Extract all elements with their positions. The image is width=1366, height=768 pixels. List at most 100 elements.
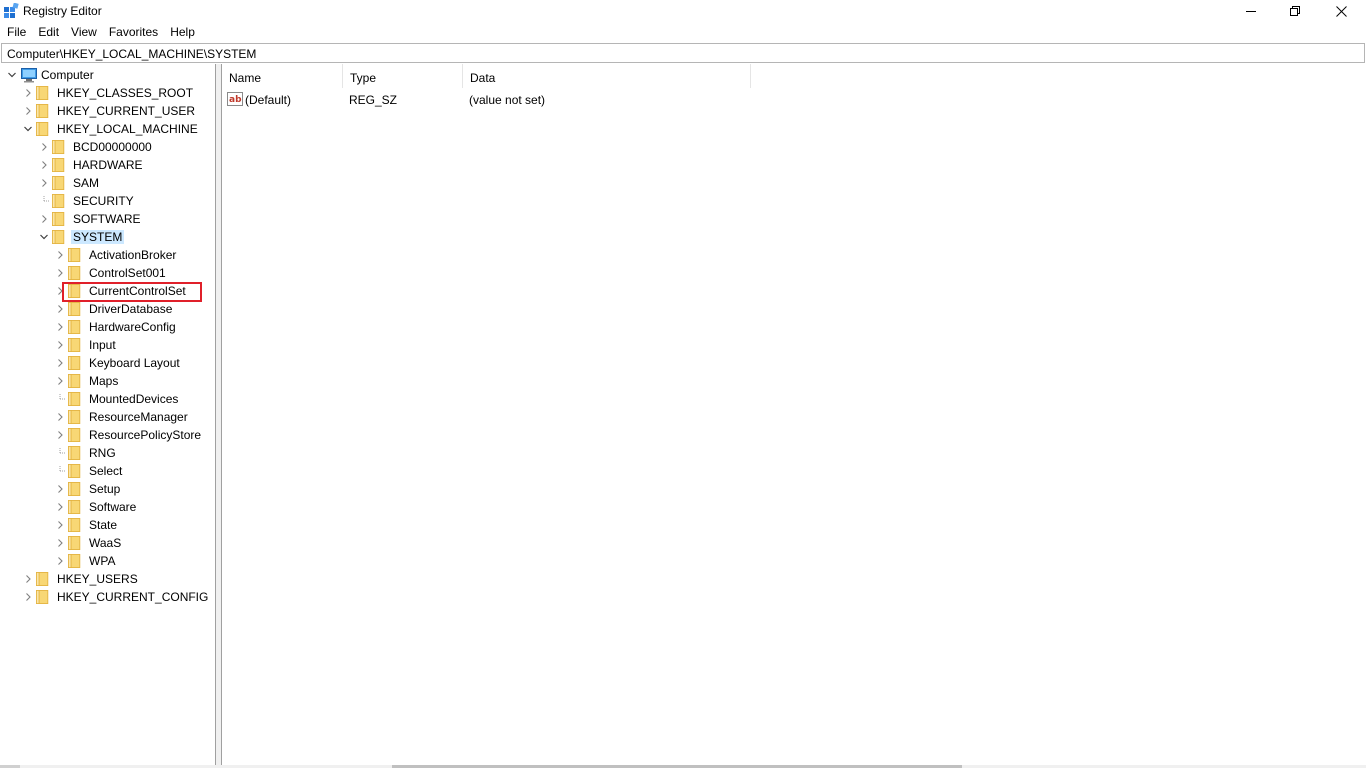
tree-item-label: DriverDatabase <box>89 302 173 316</box>
chevron-right-icon[interactable] <box>39 210 49 228</box>
restore-icon <box>1290 6 1300 16</box>
tree-item[interactable]: HKEY_LOCAL_MACHINE <box>1 120 214 138</box>
tree-item-label: HKEY_CLASSES_ROOT <box>57 86 194 100</box>
tree-item[interactable]: HARDWARE <box>1 156 214 174</box>
chevron-right-icon[interactable] <box>55 300 65 318</box>
values-list-pane[interactable]: Name Type Data ab (Default) REG_SZ (valu… <box>221 64 1366 768</box>
column-header-name[interactable]: Name <box>222 64 343 88</box>
tree-item[interactable]: HardwareConfig <box>1 318 214 336</box>
tree-item[interactable]: WaaS <box>1 534 214 552</box>
chevron-right-icon[interactable] <box>55 372 65 390</box>
chevron-right-icon[interactable] <box>55 408 65 426</box>
chevron-right-icon[interactable] <box>23 102 33 120</box>
chevron-right-icon[interactable] <box>55 246 65 264</box>
folder-icon <box>52 212 65 226</box>
tree-item[interactable]: SAM <box>1 174 214 192</box>
tree-item-label: Keyboard Layout <box>89 356 180 370</box>
tree-item-label: WPA <box>89 554 116 568</box>
folder-icon <box>68 338 81 352</box>
tree-item-label: HardwareConfig <box>89 320 176 334</box>
chevron-right-icon[interactable] <box>55 336 65 354</box>
column-header-type[interactable]: Type <box>343 64 463 88</box>
tree-item[interactable]: DriverDatabase <box>1 300 214 318</box>
chevron-right-icon[interactable] <box>23 570 33 588</box>
tree-item-label: MountedDevices <box>89 392 179 406</box>
value-data: (value not set) <box>469 93 546 107</box>
folder-icon <box>68 464 81 478</box>
folder-icon <box>68 320 81 334</box>
tree-item-label: HKEY_LOCAL_MACHINE <box>57 122 198 136</box>
close-button[interactable] <box>1318 0 1364 22</box>
tree-item[interactable]: State <box>1 516 214 534</box>
chevron-down-icon[interactable] <box>39 228 49 246</box>
menu-bar: File Edit View Favorites Help <box>0 22 201 42</box>
address-bar[interactable]: Computer\HKEY_LOCAL_MACHINE\SYSTEM <box>1 43 1365 63</box>
tree-item-label: HKEY_CURRENT_USER <box>57 104 196 118</box>
chevron-right-icon[interactable] <box>39 138 49 156</box>
chevron-right-icon[interactable] <box>39 156 49 174</box>
chevron-down-icon[interactable] <box>7 66 17 84</box>
tree-item[interactable]: HKEY_CURRENT_CONFIG <box>1 588 214 606</box>
tree-item[interactable]: Input <box>1 336 214 354</box>
tree-item[interactable]: SECURITY <box>1 192 214 210</box>
tree-item-label: HARDWARE <box>73 158 143 172</box>
tree-item[interactable]: SOFTWARE <box>1 210 214 228</box>
address-path[interactable]: Computer\HKEY_LOCAL_MACHINE\SYSTEM <box>7 47 256 61</box>
menu-edit[interactable]: Edit <box>32 22 65 42</box>
close-icon <box>1335 5 1347 17</box>
value-row[interactable]: ab (Default) REG_SZ (value not set) <box>222 90 822 108</box>
folder-icon <box>52 158 65 172</box>
tree-item-label: Software <box>89 500 137 514</box>
tree-item-label: Select <box>89 464 123 478</box>
chevron-right-icon[interactable] <box>55 534 65 552</box>
tree-item[interactable]: Computer <box>1 66 214 84</box>
tree-line-icon <box>55 462 65 480</box>
key-tree-pane[interactable]: Computer HKEY_CLASSES_ROOT HKEY_CURRENT_US… <box>1 64 216 768</box>
chevron-right-icon[interactable] <box>55 426 65 444</box>
tree-item[interactable]: Software <box>1 498 214 516</box>
tree-item-label: ResourcePolicyStore <box>89 428 202 442</box>
tree-item[interactable]: HKEY_USERS <box>1 570 214 588</box>
tree-item[interactable]: Maps <box>1 372 214 390</box>
tree-item[interactable]: WPA <box>1 552 214 570</box>
chevron-right-icon[interactable] <box>39 174 49 192</box>
chevron-right-icon[interactable] <box>55 480 65 498</box>
tree-item[interactable]: Setup <box>1 480 214 498</box>
tree-item[interactable]: Select <box>1 462 214 480</box>
chevron-right-icon[interactable] <box>55 318 65 336</box>
tree-item[interactable]: CurrentControlSet <box>1 282 214 302</box>
tree-item-label: Setup <box>89 482 121 496</box>
restore-button[interactable] <box>1272 0 1318 22</box>
chevron-right-icon[interactable] <box>55 498 65 516</box>
tree-item-label: SAM <box>73 176 100 190</box>
tree-item[interactable]: Keyboard Layout <box>1 354 214 372</box>
chevron-right-icon[interactable] <box>55 516 65 534</box>
menu-favorites[interactable]: Favorites <box>103 22 164 42</box>
column-header-data[interactable]: Data <box>463 64 751 88</box>
tree-item[interactable]: ActivationBroker <box>1 246 214 264</box>
chevron-right-icon[interactable] <box>55 354 65 372</box>
menu-file[interactable]: File <box>1 22 32 42</box>
computer-icon <box>21 68 37 83</box>
tree-item[interactable]: HKEY_CLASSES_ROOT <box>1 84 214 102</box>
tree-item[interactable]: RNG <box>1 444 214 462</box>
tree-item[interactable]: ResourceManager <box>1 408 214 426</box>
chevron-right-icon[interactable] <box>55 264 65 282</box>
tree-item[interactable]: ResourcePolicyStore <box>1 426 214 444</box>
tree-item[interactable]: ControlSet001 <box>1 264 214 282</box>
tree-line-icon <box>39 192 49 210</box>
chevron-right-icon[interactable] <box>23 84 33 102</box>
folder-icon <box>36 104 49 118</box>
tree-item-label: SYSTEM <box>71 230 125 244</box>
tree-item[interactable]: MountedDevices <box>1 390 214 408</box>
tree-item[interactable]: SYSTEM <box>1 228 214 246</box>
minimize-button[interactable] <box>1228 0 1274 22</box>
folder-icon <box>68 356 81 370</box>
chevron-right-icon[interactable] <box>23 588 33 606</box>
tree-item[interactable]: HKEY_CURRENT_USER <box>1 102 214 120</box>
menu-view[interactable]: View <box>65 22 103 42</box>
tree-item[interactable]: BCD00000000 <box>1 138 214 156</box>
menu-help[interactable]: Help <box>164 22 201 42</box>
chevron-down-icon[interactable] <box>23 120 33 138</box>
chevron-right-icon[interactable] <box>55 552 65 570</box>
